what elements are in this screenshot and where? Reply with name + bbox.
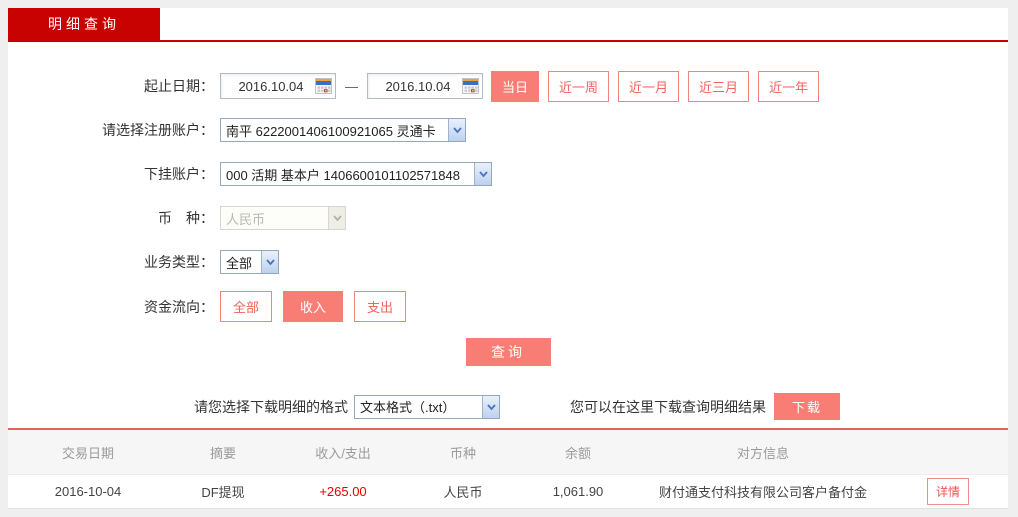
date-range-separator: — [345,78,358,94]
calendar-icon[interactable] [315,78,332,94]
register-account-select[interactable]: 南平 6222001406100921065 灵通卡 [220,118,466,142]
business-type-select[interactable]: 全部 [220,250,279,274]
tab-label: 明细查询 [48,16,120,32]
calendar-icon[interactable] [462,78,479,94]
date-from-value: 2016.10.04 [238,78,304,94]
sub-account-value: 000 活期 基本户 1406600101102571848 [226,167,460,183]
detail-button[interactable]: 详情 [926,478,969,505]
date-from-input[interactable]: 2016.10.04 [220,73,336,99]
download-format-label: 请您选择下载明细的格式 [194,398,348,415]
chevron-down-icon [328,207,345,229]
quick-range-today-button[interactable]: 当日 [491,70,540,102]
fund-flow-all-button[interactable]: 全部 [220,291,273,322]
date-range-label: 起止日期： [144,78,214,94]
detail-query-panel: 明细查询 起止日期： 2016.10.04 — 2016.10.04 当日 近一… [8,8,1008,509]
col-header-currency: 币种 [449,445,476,461]
currency-select: 人民币 [220,206,346,230]
fund-flow-expense-button[interactable]: 支出 [354,291,407,322]
fund-flow-income-button[interactable]: 收入 [283,291,344,322]
business-type-row: 业务类型： 全部 [8,249,1008,275]
col-header-summary: 摘要 [209,445,236,461]
cell-balance: 1,061.90 [552,484,604,499]
col-header-amount: 收入/支出 [315,445,371,461]
query-form: 起止日期： 2016.10.04 — 2016.10.04 当日 近一周 近一月… [8,42,1008,420]
chevron-down-icon [474,163,491,185]
col-header-counterparty: 对方信息 [736,445,789,461]
date-range-row: 起止日期： 2016.10.04 — 2016.10.04 当日 近一周 近一月… [8,70,1008,102]
table-row: 2016-10-04 DF提现 +265.00 人民币 1,061.90 财付通… [8,475,1008,509]
sub-account-label: 下挂账户： [144,166,214,182]
chevron-down-icon [448,119,465,141]
register-account-label: 请选择注册账户： [102,122,214,138]
cell-actions: 详情 [888,478,1008,505]
quick-range-3months-button[interactable]: 近三月 [688,70,750,102]
business-type-value: 全部 [226,255,253,271]
download-button[interactable]: 下载 [774,393,840,420]
sub-account-select[interactable]: 000 活期 基本户 1406600101102571848 [220,162,492,186]
cell-amount: +265.00 [319,484,367,499]
currency-label: 币 种： [158,210,214,226]
cell-counterparty: 财付通支付科技有限公司客户备付金 [658,485,867,500]
cell-date: 2016-10-04 [54,484,122,499]
quick-range-month-button[interactable]: 近一月 [618,70,680,102]
table-header: 交易日期 摘要 收入/支出 币种 余额 对方信息 [8,430,1008,475]
currency-row: 币 种： 人民币 [8,205,1008,231]
fund-flow-row: 资金流向： 全部 收入 支出 [8,291,1008,322]
cell-currency: 人民币 [443,485,483,500]
business-type-label: 业务类型： [144,254,214,270]
query-button-row: 查询 [8,338,1008,366]
download-format-select[interactable]: 文本格式（.txt） [354,394,500,419]
col-header-date: 交易日期 [61,445,114,461]
col-header-balance: 余额 [564,445,591,461]
chevron-down-icon [261,251,278,273]
cell-summary: DF提现 [201,485,245,500]
register-account-row: 请选择注册账户： 南平 6222001406100921065 灵通卡 [8,117,1008,143]
tab-detail-query[interactable]: 明细查询 [8,8,160,40]
date-to-input[interactable]: 2016.10.04 [367,73,483,99]
tab-strip: 明细查询 [8,8,1008,40]
register-account-value: 南平 6222001406100921065 灵通卡 [226,123,436,139]
quick-range-week-button[interactable]: 近一周 [548,70,610,102]
download-hint: 您可以在这里下载查询明细结果 [570,398,766,415]
fund-flow-label: 资金流向： [144,298,214,315]
currency-value: 人民币 [226,211,266,227]
query-button[interactable]: 查询 [465,338,551,366]
download-format-value: 文本格式（.txt） [360,400,456,415]
date-to-value: 2016.10.04 [385,78,451,94]
sub-account-row: 下挂账户： 000 活期 基本户 1406600101102571848 [8,161,1008,187]
quick-range-year-button[interactable]: 近一年 [758,70,820,102]
download-row: 请您选择下载明细的格式 文本格式（.txt） 您可以在这里下载查询明细结果 下载 [194,393,1008,420]
chevron-down-icon [482,395,499,418]
